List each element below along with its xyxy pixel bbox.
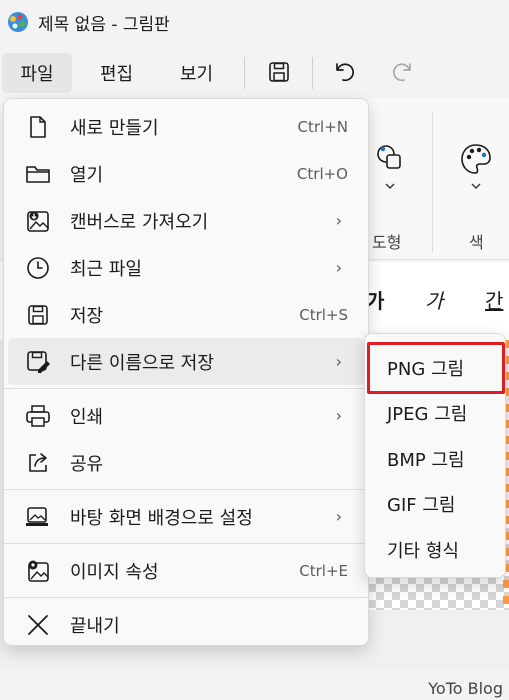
save-as-icon [24, 348, 52, 376]
menu-item-new[interactable]: 새로 만들기 Ctrl+N [8, 103, 364, 150]
save-button[interactable] [259, 52, 299, 92]
undo-icon [336, 63, 354, 82]
menu-item-exit[interactable]: 끝내기 [8, 601, 364, 648]
menu-separator [4, 543, 368, 544]
menubar-divider [244, 57, 245, 89]
chevron-down-icon [471, 183, 481, 189]
chevron-right-icon: › [335, 507, 342, 526]
menu-item-save-as[interactable]: 다른 이름으로 저장 › [8, 338, 364, 385]
undo-button[interactable] [325, 52, 365, 92]
submenu-item-gif[interactable]: GIF 그림 [365, 482, 507, 526]
toolbar-divider [312, 57, 313, 89]
redo-button[interactable] [382, 52, 422, 92]
close-icon [24, 611, 52, 639]
menu-bar: 파일 편집 보기 [0, 48, 509, 98]
shapes-tool[interactable] [366, 142, 414, 202]
new-file-icon [24, 113, 52, 141]
palette-icon [461, 144, 491, 174]
submenu-item-other-formats[interactable]: 기타 형식 [365, 528, 507, 572]
colors-tool[interactable] [452, 142, 500, 202]
redo-icon [393, 63, 411, 82]
menu-item-import-to-canvas[interactable]: 캔버스로 가져오기 › [8, 197, 364, 244]
menu-item-share[interactable]: 공유 [8, 439, 364, 486]
clock-icon [24, 254, 52, 282]
save-icon [269, 62, 289, 82]
italic-button[interactable]: 가 [425, 285, 443, 314]
menu-view[interactable]: 보기 [166, 53, 227, 93]
menu-edit[interactable]: 편집 [86, 53, 147, 93]
menu-item-open[interactable]: 열기 Ctrl+O [8, 150, 364, 197]
menu-item-recent-files[interactable]: 최근 파일 › [8, 244, 364, 291]
title-bar: 제목 없음 - 그림판 [0, 0, 509, 44]
share-icon [24, 449, 52, 477]
menu-item-image-properties[interactable]: 이미지 속성 Ctrl+E [8, 547, 364, 594]
printer-icon [24, 402, 52, 430]
wallpaper-icon [24, 503, 52, 531]
menu-item-save[interactable]: 저장 Ctrl+S [8, 291, 364, 338]
menu-separator [4, 388, 368, 389]
save-as-submenu: PNG 그림 JPEG 그림 BMP 그림 GIF 그림 기타 형식 [364, 333, 506, 578]
chevron-down-icon [385, 183, 395, 189]
save-icon [24, 301, 52, 329]
menu-item-print[interactable]: 인쇄 › [8, 392, 364, 439]
menu-file[interactable]: 파일 [2, 53, 72, 93]
submenu-item-bmp[interactable]: BMP 그림 [365, 437, 507, 481]
chevron-right-icon: › [335, 211, 342, 230]
import-image-icon [24, 207, 52, 235]
colors-label: 색 [469, 233, 484, 252]
chevron-right-icon: › [335, 406, 342, 425]
menu-separator [4, 597, 368, 598]
chevron-right-icon: › [335, 258, 342, 277]
submenu-item-jpeg[interactable]: JPEG 그림 [365, 391, 507, 435]
folder-icon [24, 160, 52, 188]
menu-separator [4, 489, 368, 490]
chevron-right-icon: › [335, 352, 342, 371]
shapes-label: 도형 [372, 233, 402, 252]
watermark: YoTo Blog [428, 679, 503, 698]
image-properties-icon [24, 557, 52, 585]
underline-button[interactable]: 간 [485, 285, 503, 314]
file-menu: 새로 만들기 Ctrl+N 열기 Ctrl+O 캔버스로 가져오기 › 최근 파… [3, 98, 369, 646]
window-title: 제목 없음 - 그림판 [38, 14, 170, 35]
png-highlight-box [367, 342, 505, 394]
paint-app-icon [8, 12, 28, 32]
shapes-icon [377, 145, 401, 169]
ribbon-divider [432, 112, 433, 252]
menu-item-set-as-wallpaper[interactable]: 바탕 화면 배경으로 설정 › [8, 493, 364, 540]
